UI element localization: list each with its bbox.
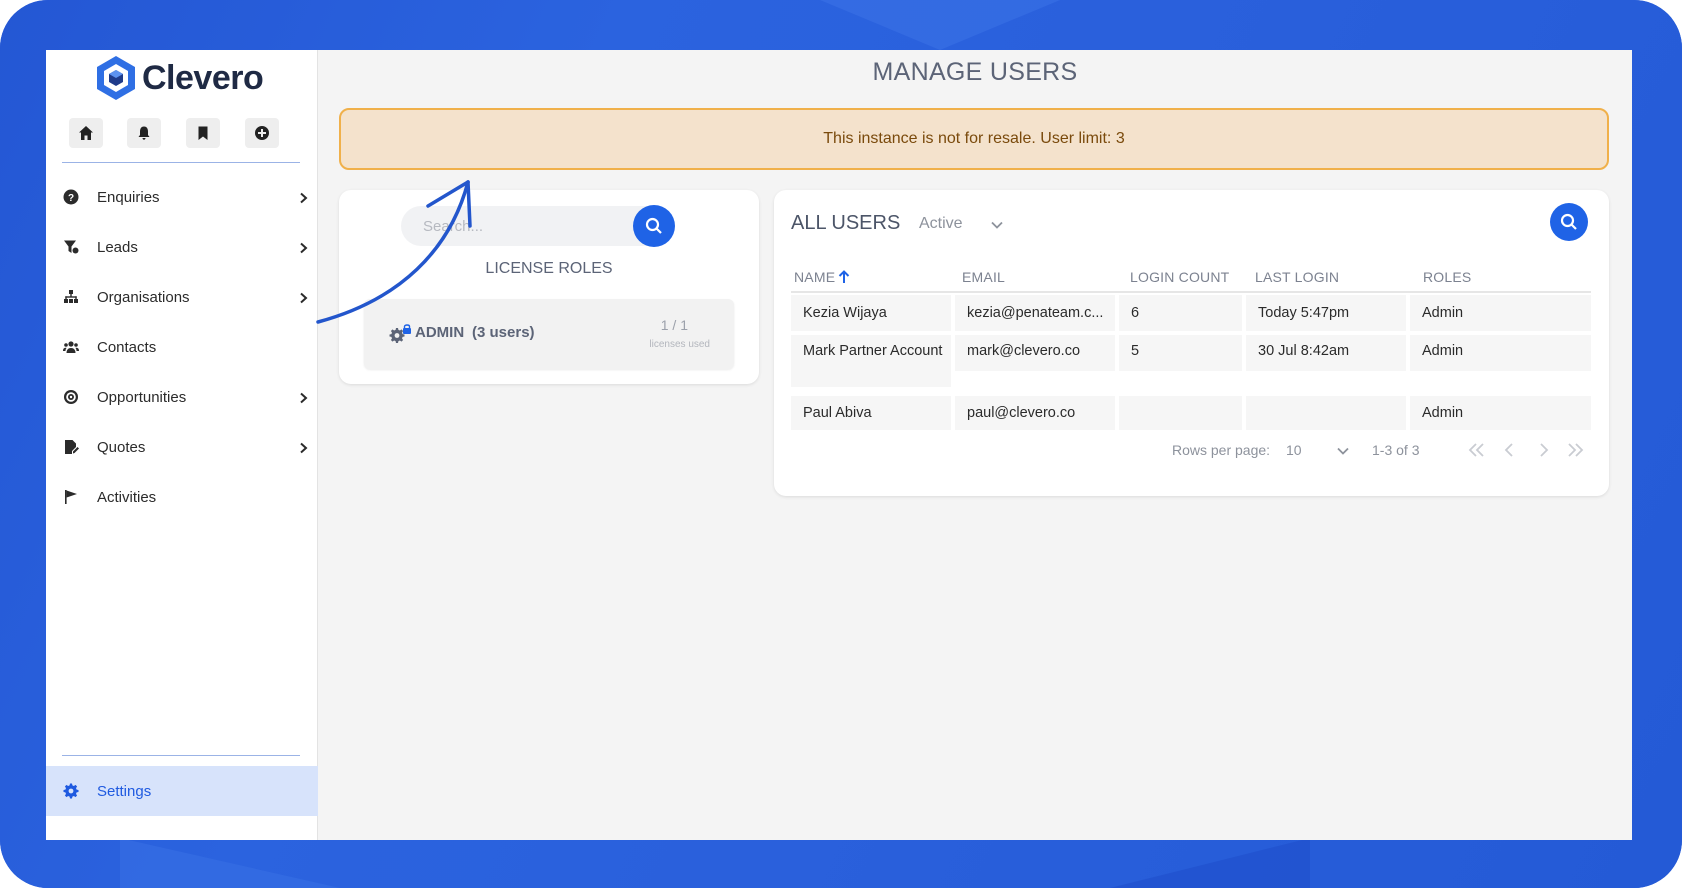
background-shape	[820, 0, 1060, 50]
sort-ascending-icon[interactable]	[838, 270, 850, 284]
sidebar-item-label: Leads	[97, 238, 138, 256]
sidebar-item-label: Enquiries	[97, 188, 160, 206]
table-cell-name[interactable]: Mark Partner Account	[791, 335, 951, 387]
bookmark-icon	[198, 126, 208, 140]
chevron-right-icon	[297, 391, 309, 404]
table-cell-last-login: Today 5:47pm	[1246, 295, 1406, 331]
column-header-last-login[interactable]: LAST LOGIN	[1255, 269, 1339, 285]
background-shape	[120, 838, 340, 888]
sidebar-divider	[62, 755, 300, 756]
sidebar-item-contacts[interactable]: Contacts	[46, 322, 318, 372]
help-circle-icon: ?	[62, 188, 80, 206]
table-cell-email: kezia@penateam.c...	[955, 295, 1115, 331]
home-button[interactable]	[69, 118, 103, 148]
sidebar-item-label: Activities	[97, 488, 157, 506]
license-notice-banner: This instance is not for resale. User li…	[339, 108, 1609, 170]
target-icon	[62, 388, 80, 406]
bell-icon	[138, 126, 150, 140]
brand-name: Clevero	[142, 58, 264, 97]
sidebar-item-settings[interactable]: Settings	[46, 766, 318, 816]
rows-per-page-select[interactable]: 10	[1286, 442, 1302, 458]
roles-search-button[interactable]	[633, 205, 675, 247]
column-header-roles[interactable]: ROLES	[1423, 269, 1471, 285]
table-cell-email: paul@clevero.co	[955, 396, 1115, 430]
app-window: Clevero ? Enquiries Leads Organisations …	[46, 50, 1632, 840]
org-chart-icon	[62, 288, 80, 306]
sidebar-item-activities[interactable]: Activities	[46, 472, 318, 522]
chevron-right-icon	[297, 191, 309, 204]
all-users-card: ALL USERS Active NAME EMAIL LOGIN COUNT …	[774, 190, 1609, 496]
first-page-icon[interactable]	[1468, 442, 1486, 458]
table-header-divider	[791, 291, 1591, 293]
sidebar-divider	[62, 162, 300, 163]
chevron-down-icon[interactable]	[990, 218, 1004, 232]
sidebar-item-label: Organisations	[97, 288, 190, 306]
search-icon	[645, 217, 662, 234]
sidebar-item-quotes[interactable]: Quotes	[46, 422, 318, 472]
last-page-icon[interactable]	[1566, 442, 1584, 458]
page-title: MANAGE USERS	[872, 58, 1078, 86]
previous-page-icon[interactable]	[1501, 442, 1519, 458]
search-icon	[1560, 213, 1577, 230]
notifications-button[interactable]	[127, 118, 161, 148]
column-header-email[interactable]: EMAIL	[962, 269, 1005, 285]
chevron-down-icon[interactable]	[1336, 444, 1350, 458]
column-header-login-count[interactable]: LOGIN COUNT	[1130, 269, 1229, 285]
chevron-right-icon	[297, 441, 309, 454]
license-fraction: 1 / 1	[660, 317, 688, 333]
clevero-logo-icon	[97, 56, 135, 100]
role-user-count: (3 users)	[472, 324, 535, 341]
sidebar-item-leads[interactable]: Leads	[46, 222, 318, 272]
table-cell-name[interactable]: Kezia Wijaya	[791, 295, 951, 331]
quick-actions	[69, 118, 299, 148]
rows-per-page-label: Rows per page:	[1172, 442, 1271, 458]
users-search-button[interactable]	[1550, 203, 1588, 241]
sidebar-item-label: Quotes	[97, 438, 146, 456]
sidebar-item-label: Contacts	[97, 338, 157, 356]
roles-search-input[interactable]: Search...	[401, 206, 663, 246]
table-cell-email: mark@clevero.co	[955, 335, 1115, 371]
chevron-right-icon	[297, 241, 309, 254]
license-roles-card: Search... LICENSE ROLES ADMIN (3 users) …	[339, 190, 759, 384]
sidebar-item-label: Opportunities	[97, 388, 187, 406]
table-cell-login-count: 5	[1119, 335, 1242, 371]
home-icon	[79, 126, 93, 140]
people-icon	[62, 338, 80, 356]
flag-icon	[62, 488, 80, 506]
role-name: ADMIN	[415, 324, 465, 341]
pagination-range: 1-3 of 3	[1372, 442, 1420, 458]
chevron-right-icon	[297, 291, 309, 304]
table-cell-last-login	[1246, 396, 1406, 430]
table-cell-roles: Admin	[1410, 295, 1591, 331]
table-cell-last-login: 30 Jul 8:42am	[1246, 335, 1406, 371]
gear-icon	[62, 782, 80, 800]
licenses-used-label: licenses used	[649, 339, 710, 350]
column-header-label: NAME	[794, 269, 836, 285]
license-roles-title: LICENSE ROLES	[485, 260, 613, 277]
table-cell-login-count	[1119, 396, 1242, 430]
add-button[interactable]	[245, 118, 279, 148]
table-cell-login-count: 6	[1119, 295, 1242, 331]
sidebar-item-enquiries[interactable]: ? Enquiries	[46, 172, 318, 222]
add-circle-icon	[255, 126, 269, 140]
sidebar-item-label: Settings	[97, 782, 152, 800]
table-cell-roles: Admin	[1410, 335, 1591, 371]
sidebar: Clevero ? Enquiries Leads Organisations …	[46, 50, 318, 840]
next-page-icon[interactable]	[1534, 442, 1552, 458]
quote-doc-icon	[62, 438, 80, 456]
status-filter-select[interactable]: Active	[919, 215, 963, 233]
svg-text:?: ?	[68, 193, 74, 204]
brand-logo[interactable]: Clevero	[94, 52, 264, 104]
background-shape	[1110, 838, 1310, 888]
column-header-name[interactable]: NAME	[794, 269, 850, 285]
sidebar-item-organisations[interactable]: Organisations	[46, 272, 318, 322]
all-users-title: ALL USERS	[791, 212, 901, 234]
funnel-icon	[62, 238, 80, 256]
role-card-admin[interactable]: ADMIN (3 users) 1 / 1 licenses used	[364, 299, 734, 369]
table-cell-roles: Admin	[1410, 396, 1591, 430]
bookmarks-button[interactable]	[186, 118, 220, 148]
table-cell-name[interactable]: Paul Abiva	[791, 396, 951, 430]
sidebar-item-opportunities[interactable]: Opportunities	[46, 372, 318, 422]
role-settings-icon	[389, 324, 413, 344]
